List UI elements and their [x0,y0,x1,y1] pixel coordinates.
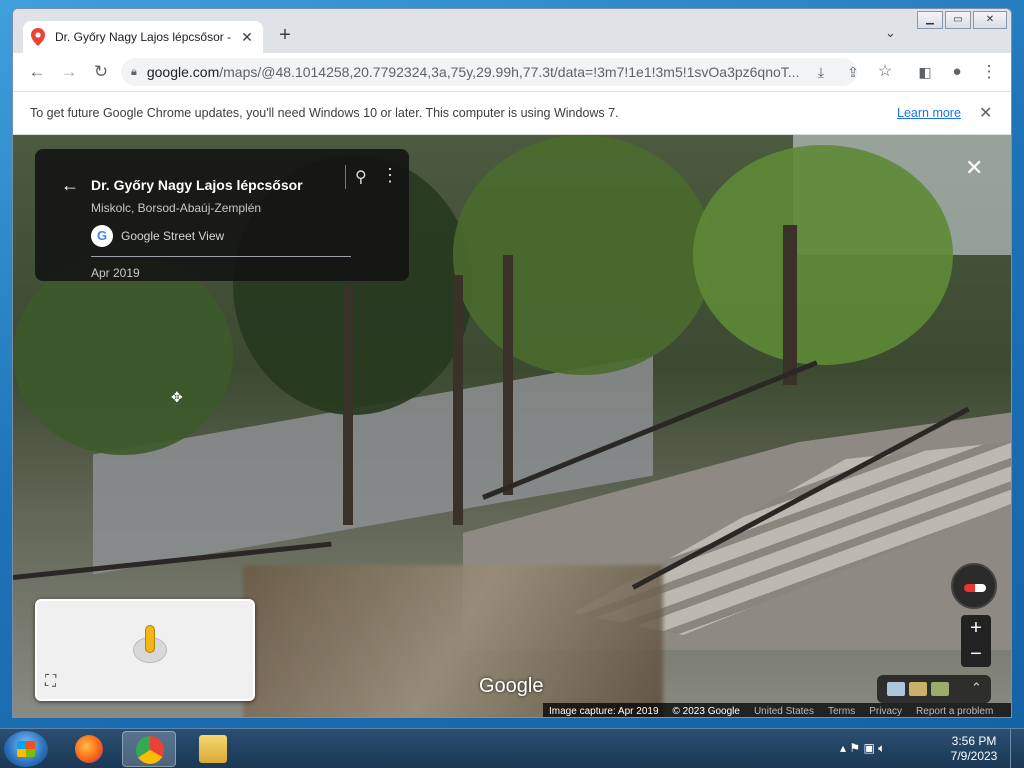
infobar-message: To get future Google Chrome updates, you… [30,106,619,120]
place-title: Dr. Győry Nagy Lajos lépcsősor [91,177,303,193]
chrome-window: Dr. Győry Nagy Lajos lépcsősor - ✕ + ⌄ ▁… [12,8,1012,718]
clock-time: 3:56 PM [951,734,997,748]
mini-map[interactable]: ⛶ [35,599,255,701]
back-arrow-icon[interactable]: ← [27,62,47,82]
imagery-source: Google Street View [121,229,225,243]
place-region: Miskolc, Borsod-Abaúj-Zemplén [91,201,262,215]
browser-toolbar: ← → ↻ 🔒︎ google.com/maps/@48.1014258,20.… [13,53,1011,91]
learn-more-link[interactable]: Learn more [897,106,961,120]
google-g-icon: G [91,225,113,247]
show-desktop-button[interactable] [1010,729,1024,768]
tree-trunk [503,255,513,495]
zoom-out-button[interactable]: − [961,641,991,667]
card-separator [91,256,351,257]
google-logo: Google [479,675,544,697]
firefox-icon [75,735,103,763]
close-street-view-icon[interactable]: ✕ [965,155,983,181]
address-bar[interactable]: 🔒︎ google.com/maps/@48.1014258,20.779232… [121,58,857,86]
clock-date: 7/9/2023 [950,749,998,763]
tree-trunk [783,225,797,385]
side-panel-icon[interactable]: ◧ [915,62,935,82]
tab-close-icon[interactable]: ✕ [239,29,255,46]
close-window-button[interactable]: ✕ [973,11,1007,29]
imagery-layers-strip[interactable]: ⌃ [877,675,991,703]
card-divider [345,165,346,189]
tree-trunk [343,285,353,525]
title-bar: Dr. Győry Nagy Lajos lépcsősor - ✕ + ⌄ ▁… [13,9,1011,53]
tab-title: Dr. Győry Nagy Lajos lépcsősor - [55,30,232,44]
tree-foliage [453,135,713,375]
chrome-taskbar-button[interactable] [122,731,176,767]
tree-foliage [693,145,953,365]
system-tray-icons[interactable]: ▴ ⚑ ▣ 🔈︎ [840,741,885,756]
infobar-close-icon[interactable]: ✕ [979,103,992,123]
report-problem-link[interactable]: Report a problem [916,706,993,717]
new-tab-button[interactable]: + [275,25,295,45]
street-view-canvas[interactable]: ← Dr. Győry Nagy Lajos lépcsősor ⚲ ⋮ Mis… [13,135,1011,717]
windows-logo-icon [17,741,35,757]
explorer-taskbar-button[interactable] [186,731,240,767]
map-footer: Image capture: Apr 2019 © 2023 Google Un… [543,703,1011,717]
share-icon[interactable]: ⇪ [843,62,863,82]
compass-icon[interactable] [951,563,997,609]
google-maps-pin-icon [31,28,45,46]
tree-trunk [453,275,463,525]
image-capture-text: Image capture: Apr 2019 [549,705,659,717]
firefox-taskbar-button[interactable] [62,731,116,767]
folder-icon [199,735,227,763]
layer-thumbnail[interactable] [931,682,949,696]
terms-link[interactable]: Terms [828,706,855,717]
chrome-icon [136,736,164,764]
privacy-link[interactable]: Privacy [869,706,902,717]
taskbar-clock[interactable]: 3:56 PM 7/9/2023 [944,734,1004,764]
capture-date-selector[interactable]: Apr 2019 [91,266,140,280]
tab-google-maps[interactable]: Dr. Győry Nagy Lajos lépcsősor - ✕ [23,21,263,53]
country-link[interactable]: United States [754,706,814,717]
url-text: google.com/maps/@48.1014258,20.7792324,3… [146,64,800,80]
compass-needle [964,584,986,592]
lock-icon: 🔒︎ [131,65,137,78]
move-cursor-icon: ✥ [171,389,183,405]
profile-avatar-icon[interactable]: ● [947,62,967,82]
bookmark-star-icon[interactable]: ☆ [875,62,895,82]
back-arrow-icon[interactable]: ← [61,175,79,196]
map-pin-icon[interactable]: ⚲ [355,167,367,187]
blurred-ground [243,565,663,717]
start-button[interactable] [4,731,48,767]
place-info-card: ← Dr. Győry Nagy Lajos lépcsősor ⚲ ⋮ Mis… [35,149,409,281]
reload-icon[interactable]: ↻ [91,62,111,82]
tab-search-chevron-icon[interactable]: ⌄ [885,25,896,41]
minimize-button[interactable]: ▁ [917,11,943,29]
layer-thumbnail[interactable] [887,682,905,696]
layer-thumbnail[interactable] [909,682,927,696]
expand-map-icon[interactable]: ⛶ [45,673,56,691]
update-infobar: To get future Google Chrome updates, you… [13,91,1011,135]
expand-layers-icon[interactable]: ⌃ [971,680,982,696]
windows-taskbar: ▴ ⚑ ▣ 🔈︎ 3:56 PM 7/9/2023 [0,728,1024,768]
tree-foliage [13,255,233,455]
more-options-icon[interactable]: ⋮ [381,165,399,186]
maximize-button[interactable]: ▭ [945,11,971,29]
pegman-icon[interactable] [145,625,155,653]
zoom-in-button[interactable]: + [961,615,991,641]
chrome-menu-icon[interactable]: ⋮ [979,62,999,82]
copyright-text: © 2023 Google [672,705,740,717]
install-app-icon[interactable]: ⤓ [811,62,831,82]
forward-arrow-icon[interactable]: → [59,62,79,82]
